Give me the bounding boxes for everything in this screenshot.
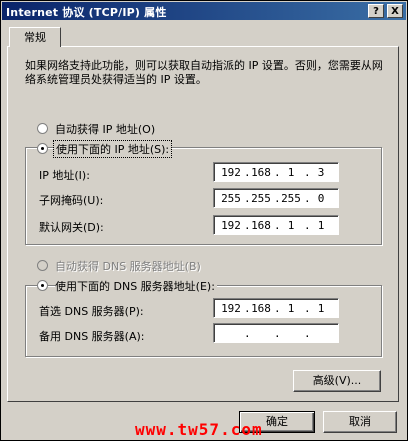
dialog-window: Internet 协议 (TCP/IP) 属性 ? X 常规 如果网络支持此功能…	[0, 0, 408, 441]
advanced-button[interactable]: 高级(V)...	[293, 370, 381, 392]
ip-octet: 255	[281, 192, 301, 205]
ip-octet: 192	[221, 166, 241, 179]
ip-address-label: IP 地址(I):	[39, 169, 90, 182]
auto-ip-radio[interactable]	[37, 123, 48, 134]
manual-ip-radio[interactable]	[37, 143, 48, 154]
preferred-dns-input[interactable]: 192 . 168 . 1 . 1	[213, 298, 339, 318]
ip-octet: 168	[251, 219, 271, 232]
ip-octet: 0	[317, 192, 325, 205]
auto-ip-label[interactable]: 自动获得 IP 地址(O)	[55, 121, 155, 137]
ip-octet: 168	[251, 302, 271, 315]
subnet-mask-label: 子网掩码(U):	[39, 194, 104, 207]
description-text: 如果网络支持此功能，则可以获取自动指派的 IP 设置。否则，您需要从网络系统管理…	[25, 59, 383, 86]
window-title: Internet 协议 (TCP/IP) 属性	[6, 6, 167, 19]
auto-dns-label: 自动获得 DNS 服务器地址(B)	[55, 260, 201, 273]
auto-dns-radio[interactable]	[37, 260, 48, 271]
close-button[interactable]: X	[387, 4, 403, 18]
ip-octet: 255	[221, 192, 241, 205]
ip-octet: 1	[317, 302, 325, 315]
preferred-dns-label: 首选 DNS 服务器(P):	[39, 305, 144, 318]
alternate-dns-label: 备用 DNS 服务器(A):	[39, 330, 145, 343]
ip-octet: 1	[287, 166, 295, 179]
ip-octet: 1	[317, 219, 325, 232]
alternate-dns-input[interactable]: . . .	[213, 323, 339, 343]
ip-address-input[interactable]: 192 . 168 . 1 . 3	[213, 162, 339, 182]
title-bar[interactable]: Internet 协议 (TCP/IP) 属性 ? X	[2, 2, 406, 20]
help-button[interactable]: ?	[368, 4, 384, 18]
ip-octet: 1	[287, 219, 295, 232]
cancel-button[interactable]: 取消	[323, 411, 397, 433]
ip-octet: 168	[251, 166, 271, 179]
ip-octet: 192	[221, 302, 241, 315]
subnet-mask-input[interactable]: 255 . 255 . 255 . 0	[213, 188, 339, 208]
ip-octet: 1	[287, 302, 295, 315]
manual-ip-label[interactable]: 使用下面的 IP 地址(S):	[53, 140, 173, 158]
watermark-text: www.tw57.com	[135, 420, 263, 439]
manual-dns-label[interactable]: 使用下面的 DNS 服务器地址(E):	[55, 278, 217, 294]
tab-general[interactable]: 常规	[9, 27, 61, 47]
ip-octet: 3	[317, 166, 325, 179]
ip-octet: 192	[221, 219, 241, 232]
gateway-input[interactable]: 192 . 168 . 1 . 1	[213, 215, 339, 235]
dns-group-box	[25, 285, 382, 357]
ip-octet: 255	[251, 192, 271, 205]
manual-dns-radio[interactable]	[37, 280, 48, 291]
gateway-label: 默认网关(D):	[39, 221, 104, 234]
